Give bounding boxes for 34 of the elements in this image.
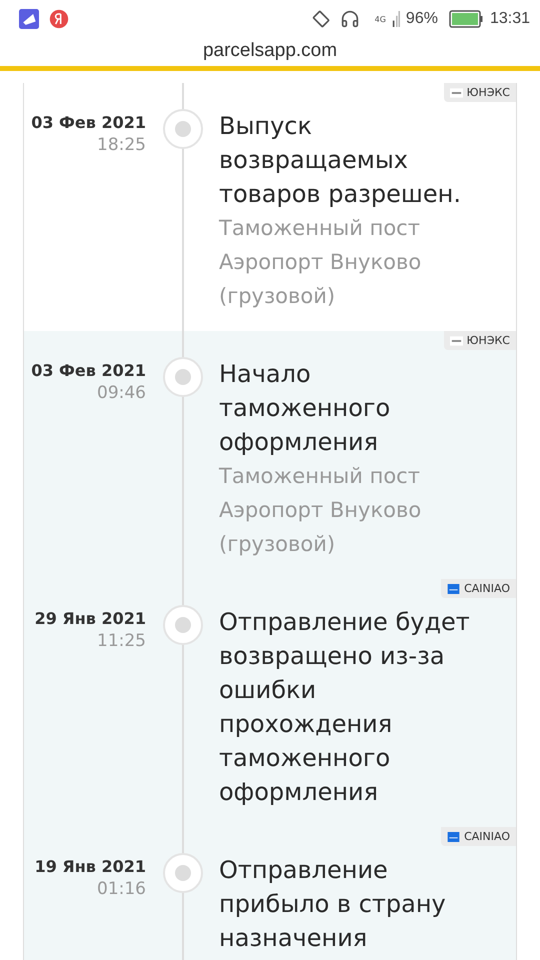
timeline-marker <box>162 605 202 645</box>
event-date: 19 Янв 2021 <box>34 857 146 876</box>
network-label: 4G <box>374 14 386 24</box>
carrier-logo-icon <box>450 336 463 346</box>
event-title: Начало таможенного оформления <box>219 359 392 458</box>
timeline-marker <box>162 357 202 397</box>
event-title: Отправление прибыло в страну назначения <box>219 855 447 954</box>
event-date: 29 Янв 2021 <box>34 609 146 628</box>
event-location: Таможенный пост Аэропорт Внуково (грузовой) <box>219 215 422 310</box>
event-date: 03 Фев 2021 <box>31 113 146 132</box>
event-date: 03 Фев 2021 <box>31 361 146 380</box>
event-time: 11:25 <box>97 631 146 651</box>
timeline-marker <box>162 853 202 893</box>
address-bar[interactable]: parcelsapp.com <box>0 38 540 71</box>
battery-icon <box>448 10 484 28</box>
carrier-name: ЮНЭКС <box>466 334 510 347</box>
event-time: 09:46 <box>97 383 146 403</box>
app-icon <box>19 9 39 29</box>
browser-icon <box>49 9 69 29</box>
carrier-name: ЮНЭКС <box>466 86 510 99</box>
timeline-marker <box>162 109 202 149</box>
battery-percent: 96% <box>406 10 438 28</box>
carrier-logo-icon <box>447 584 460 594</box>
carrier-logo-icon <box>450 88 463 98</box>
event-location: Таможенный пост Аэропорт Внуково (грузовой) <box>219 463 422 558</box>
signal-icon <box>392 11 400 27</box>
event-time: 18:25 <box>97 135 146 155</box>
event-time: 01:16 <box>97 879 146 899</box>
event-title: Отправление будет возвращено из-за ошибки прохождения таможенного оформления <box>219 607 471 808</box>
carrier-logo-icon <box>447 832 460 842</box>
carrier-name: CAINIAO <box>464 830 510 843</box>
event-title: Выпуск возвращаемых товаров разрешен. <box>219 111 462 210</box>
clock: 13:31 <box>490 10 530 28</box>
carrier-name: CAINIAO <box>464 582 510 595</box>
